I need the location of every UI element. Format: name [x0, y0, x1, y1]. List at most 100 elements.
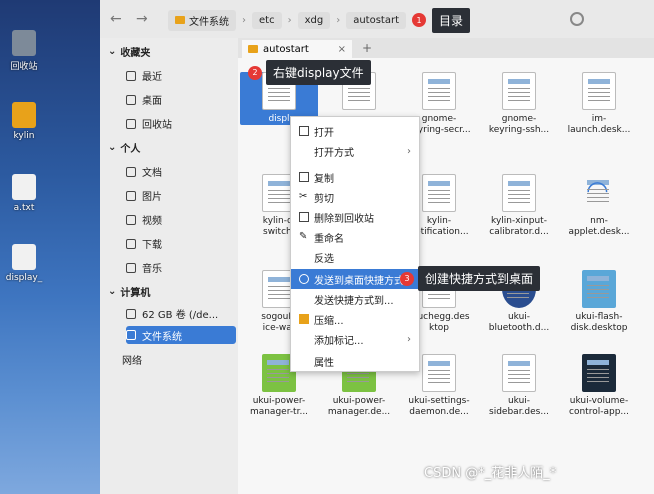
sidebar-item-documents[interactable]: 文档 [126, 164, 236, 179]
volume-icon [582, 354, 616, 392]
sidebar-section-computer[interactable]: ⌄ 计算机 [108, 284, 150, 299]
annotation-3: 3 创建快捷方式到桌面 [400, 266, 541, 291]
sidebar-section-network[interactable]: 网络 [122, 352, 142, 367]
music-icon [126, 262, 136, 273]
desktop-icon-trash[interactable]: 回收站 [4, 30, 44, 72]
sidebar-item-videos[interactable]: 视频 [126, 212, 236, 227]
menu-item-invert-selection[interactable]: 反选 [291, 247, 419, 267]
desktop-shortcut-icon [12, 244, 36, 270]
menu-item-add-tag[interactable]: 添加标记... › [291, 329, 419, 349]
desktop-file-icon [422, 72, 456, 110]
chevron-right-icon: › [407, 145, 411, 157]
annotation-label-3: 创建快捷方式到桌面 [418, 266, 541, 291]
chevron-right-icon: › [407, 333, 411, 345]
menu-item-properties[interactable]: 属性 [291, 351, 419, 371]
watermark: CSDN @*_花非人陌_* [424, 466, 557, 481]
annotation-badge-3: 3 [400, 271, 414, 286]
download-icon [126, 238, 136, 249]
menu-item-cut[interactable]: ✂ 剪切 [291, 187, 419, 207]
menu-item-delete[interactable]: 删除到回收站 [291, 207, 419, 227]
desktop-file-icon [502, 354, 536, 392]
desktop-file-icon [422, 354, 456, 392]
desktop-icon-display[interactable]: display_ [4, 244, 44, 283]
search-icon[interactable] [570, 12, 584, 26]
sidebar-section-personal[interactable]: ⌄ 个人 [108, 140, 140, 155]
desktop-icon-label: display_ [5, 273, 43, 283]
desktop-file-icon [422, 174, 456, 212]
annotation-label-2: 右键display文件 [266, 60, 371, 85]
breadcrumb: 文件系统 › etc › xdg › autostart 1 目录 [168, 7, 471, 33]
desktop-file-icon [502, 174, 536, 212]
tab-label: autostart [263, 43, 309, 55]
folder-icon [126, 330, 136, 340]
close-icon[interactable]: × [338, 44, 346, 55]
add-tab-button[interactable]: + [362, 41, 372, 55]
breadcrumb-autostart[interactable]: autostart [346, 11, 406, 29]
breadcrumb-etc[interactable]: etc [252, 11, 282, 29]
file-item[interactable]: gnome-keyring-ssh... [480, 72, 558, 136]
file-item[interactable]: ukui-flash-disk.desktop [560, 270, 638, 334]
copy-icon [299, 172, 309, 182]
breadcrumb-separator: › [242, 14, 246, 26]
desktop-icon-kylin[interactable]: kylin [4, 102, 44, 141]
trash-icon [12, 30, 36, 56]
desktop-background: 回收站 kylin a.txt display_ [0, 0, 100, 494]
folder-open-icon [299, 126, 309, 136]
trash-icon [299, 212, 309, 222]
archive-icon [299, 314, 309, 324]
file-item[interactable]: ◠ nm-applet.desk... [560, 174, 638, 238]
trash-icon [126, 118, 136, 129]
desktop-file-icon [502, 72, 536, 110]
file-item[interactable]: im-launch.desk... [560, 72, 638, 136]
annotation-badge-1: 1 [412, 13, 426, 27]
sidebar-item-downloads[interactable]: 下载 [126, 236, 236, 251]
sidebar-section-favorites[interactable]: ⌄ 收藏夹 [108, 44, 150, 59]
desktop-icon [126, 94, 136, 105]
breadcrumb-label: 文件系统 [189, 16, 229, 28]
image-icon [126, 190, 136, 201]
flash-disk-icon [582, 270, 616, 308]
menu-item-rename[interactable]: ✎ 重命名 [291, 227, 419, 247]
pencil-icon: ✎ [299, 231, 308, 242]
annotation-badge-2: 2 [248, 65, 262, 80]
toolbar: ← → 文件系统 › etc › xdg › autostart 1 目录 [100, 0, 654, 38]
breadcrumb-separator: › [336, 14, 341, 26]
breadcrumb-xdg[interactable]: xdg [297, 11, 331, 29]
disk-icon [126, 308, 136, 319]
sidebar-item-desktop[interactable]: 桌面 [126, 92, 236, 107]
tab-autostart[interactable]: autostart × [242, 40, 352, 58]
desktop-icon-label: a.txt [13, 203, 35, 213]
file-item[interactable]: kylin-xinput-calibrator.d... [480, 174, 558, 238]
sidebar-item-trash[interactable]: 回收站 [126, 116, 236, 131]
desktop-file-icon [582, 72, 616, 110]
home-folder-icon [12, 102, 36, 128]
clock-icon [126, 70, 136, 81]
menu-item-copy[interactable]: 复制 [291, 167, 419, 187]
sidebar-item-filesystem[interactable]: 文件系统 [126, 326, 236, 344]
folder-icon [175, 16, 185, 24]
forward-button[interactable]: → [136, 11, 148, 27]
text-file-icon [12, 174, 36, 200]
scissors-icon: ✂ [299, 191, 308, 202]
breadcrumb-root[interactable]: 文件系统 [168, 9, 236, 31]
document-icon [126, 166, 136, 177]
video-icon [126, 214, 136, 225]
desktop-icon-label: 回收站 [10, 62, 38, 72]
back-button[interactable]: ← [110, 11, 122, 27]
sidebar: ⌄ 收藏夹 最近 桌面 回收站 ⌄ 个人 文档 图片 视频 下载 音乐 ⌄ 计算机 6… [100, 38, 238, 494]
annotation-2: 2 右键display文件 [248, 60, 371, 85]
sidebar-item-recent[interactable]: 最近 [126, 68, 236, 83]
sidebar-item-music[interactable]: 音乐 [126, 260, 236, 275]
send-icon [299, 274, 309, 284]
menu-item-open-with[interactable]: 打开方式 › [291, 141, 419, 161]
sidebar-item-pictures[interactable]: 图片 [126, 188, 236, 203]
annotation-label-1: 目录 [432, 7, 471, 33]
menu-item-send-shortcut-to[interactable]: 发送快捷方式到... [291, 289, 419, 309]
sidebar-item-volume[interactable]: 62 GB 卷 (/de... [126, 306, 236, 321]
context-menu: 打开 打开方式 › 复制 ✂ 剪切 删除到回收站 ✎ 重命名 反选 发送到桌面快捷方式… [290, 116, 420, 372]
file-item[interactable]: ukui-sidebar.des... [480, 354, 558, 418]
desktop-icon-a-txt[interactable]: a.txt [4, 174, 44, 213]
menu-item-open[interactable]: 打开 [291, 121, 419, 141]
menu-item-compress[interactable]: 压缩... [291, 309, 419, 329]
file-item[interactable]: ukui-volume-control-app... [560, 354, 638, 418]
